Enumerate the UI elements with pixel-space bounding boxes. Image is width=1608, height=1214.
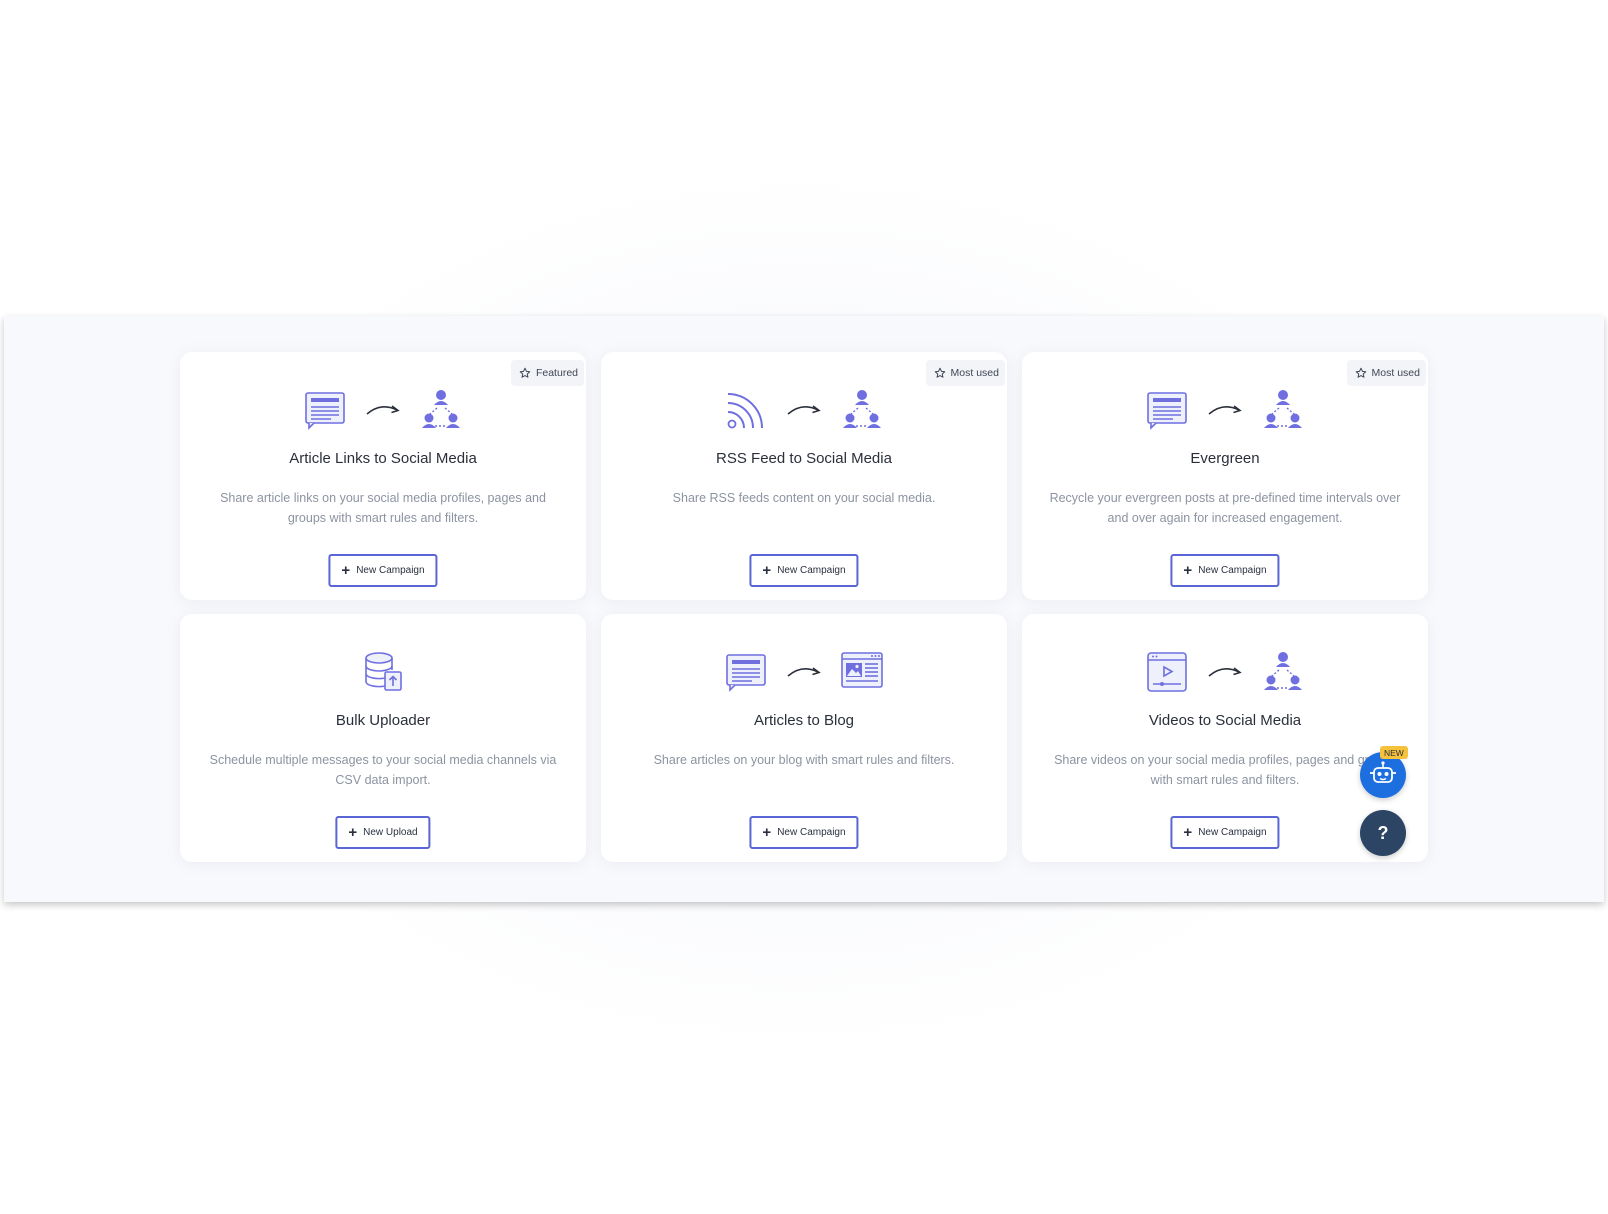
card-bulk-uploader: Bulk Uploader Schedule multiple messages… bbox=[180, 614, 586, 862]
new-campaign-button[interactable]: + New Campaign bbox=[1170, 554, 1280, 587]
badge-label: Most used bbox=[950, 367, 999, 379]
card-description: Recycle your evergreen posts at pre-defi… bbox=[1049, 491, 1401, 525]
arrow-icon bbox=[366, 405, 400, 415]
blog-icon bbox=[841, 652, 883, 688]
rss-icon bbox=[727, 393, 763, 429]
robot-icon bbox=[1370, 761, 1396, 783]
card-title: Article Links to Social Media bbox=[289, 450, 477, 467]
card-articles-to-blog: Articles to Blog Share articles on your … bbox=[601, 614, 1007, 862]
card-icons bbox=[1022, 650, 1428, 694]
most-used-badge: Most used bbox=[1346, 360, 1426, 386]
arrow-icon bbox=[787, 667, 821, 677]
button-label: New Campaign bbox=[777, 827, 846, 838]
plus-icon: + bbox=[1183, 562, 1193, 579]
arrow-icon bbox=[787, 405, 821, 415]
campaign-grid: Featured Article Links to Social Media S… bbox=[4, 352, 1604, 872]
new-campaign-button[interactable]: + New Campaign bbox=[1170, 816, 1280, 849]
button-label: New Campaign bbox=[1198, 827, 1267, 838]
star-icon bbox=[519, 367, 531, 378]
card-icons bbox=[1022, 388, 1428, 432]
video-icon bbox=[1147, 652, 1187, 692]
card-title: RSS Feed to Social Media bbox=[716, 450, 892, 467]
button-label: New Upload bbox=[363, 827, 418, 838]
new-upload-button[interactable]: + New Upload bbox=[335, 816, 431, 849]
card-icons bbox=[601, 650, 1007, 694]
new-campaign-button[interactable]: + New Campaign bbox=[328, 554, 438, 587]
button-label: New Campaign bbox=[1198, 565, 1267, 576]
card-description: Share RSS feeds content on your social m… bbox=[672, 491, 936, 505]
card-description: Share article links on your social media… bbox=[220, 491, 546, 525]
plus-icon: + bbox=[341, 562, 351, 579]
article-icon bbox=[1147, 392, 1187, 430]
card-title: Evergreen bbox=[1190, 450, 1260, 467]
social-network-icon bbox=[422, 390, 460, 428]
card-description: Share videos on your social media profil… bbox=[1054, 753, 1396, 787]
card-article-links: Featured Article Links to Social Media S… bbox=[180, 352, 586, 600]
plus-icon: + bbox=[1183, 824, 1193, 841]
social-network-icon bbox=[1264, 390, 1302, 428]
featured-badge: Featured bbox=[510, 360, 584, 386]
card-title: Articles to Blog bbox=[753, 712, 855, 729]
new-badge: NEW bbox=[1380, 746, 1408, 759]
card-title: Bulk Uploader bbox=[335, 712, 431, 729]
card-rss-feed: Most used RSS Feed to Social Media Share… bbox=[601, 352, 1007, 600]
arrow-icon bbox=[1208, 405, 1242, 415]
card-evergreen: Most used Evergreen Recycle your evergre… bbox=[1022, 352, 1428, 600]
button-label: New Campaign bbox=[356, 565, 425, 576]
card-icons bbox=[601, 388, 1007, 432]
new-campaign-button[interactable]: + New Campaign bbox=[749, 816, 859, 849]
help-button[interactable]: ? bbox=[1360, 810, 1406, 856]
card-icons bbox=[180, 650, 586, 694]
button-label: New Campaign bbox=[777, 565, 846, 576]
badge-label: Most used bbox=[1371, 367, 1420, 379]
card-icons bbox=[180, 388, 586, 432]
new-campaign-button[interactable]: + New Campaign bbox=[749, 554, 859, 587]
plus-icon: + bbox=[762, 824, 772, 841]
card-title: Videos to Social Media bbox=[1148, 712, 1302, 729]
star-icon bbox=[1355, 367, 1366, 378]
social-network-icon bbox=[1264, 652, 1302, 690]
card-description: Share articles on your blog with smart r… bbox=[653, 753, 955, 767]
badge-label: Featured bbox=[535, 367, 578, 379]
plus-icon: + bbox=[762, 562, 772, 579]
database-upload-icon bbox=[365, 652, 402, 691]
plus-icon: + bbox=[348, 824, 358, 841]
arrow-icon bbox=[1208, 667, 1242, 677]
star-icon bbox=[934, 367, 945, 378]
article-icon bbox=[726, 654, 766, 692]
social-network-icon bbox=[843, 390, 881, 428]
card-description: Schedule multiple messages to your socia… bbox=[209, 753, 557, 787]
article-icon bbox=[305, 392, 345, 430]
most-used-badge: Most used bbox=[925, 360, 1005, 386]
